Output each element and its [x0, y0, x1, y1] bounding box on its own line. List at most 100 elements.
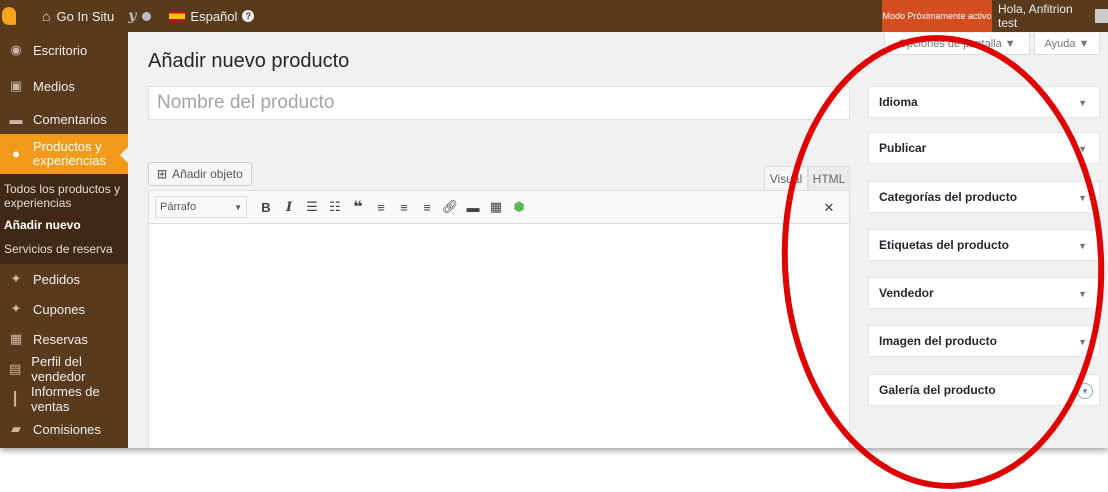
sidebar-item-label: Reservas — [33, 331, 88, 347]
language-switcher[interactable]: Español ? — [163, 0, 260, 32]
calendar-icon: ▦ — [9, 331, 23, 346]
sidebar-item-label: Comentarios — [33, 111, 107, 127]
site-logo[interactable] — [0, 0, 36, 32]
submenu-booking-services[interactable]: Servicios de reserva — [0, 240, 128, 258]
chevron-down-icon: ▼ — [234, 202, 242, 212]
sidebar-item-coupons[interactable]: ✦ Cupones — [0, 294, 128, 324]
add-media-button[interactable]: ⊞ Añadir objeto — [148, 162, 252, 186]
chevron-down-icon[interactable]: ▼ — [1078, 337, 1087, 347]
media-icon: ⊞ — [157, 167, 168, 181]
sidebar-item-label: Comisiones — [33, 421, 101, 437]
metabox-tags[interactable]: Etiquetas del producto ▼ — [868, 229, 1100, 261]
seo-menu[interactable]: y — [120, 0, 142, 32]
format-value: Párrafo — [160, 201, 197, 213]
link-icon[interactable]: 🔗︎ — [439, 196, 461, 218]
metabox-publish[interactable]: Publicar ▼ — [868, 132, 1100, 164]
numbered-list-icon[interactable]: ☷ — [324, 196, 346, 218]
submenu-all-products[interactable]: Todos los productos y experiencias — [0, 180, 128, 212]
blockquote-icon[interactable]: ❝ — [347, 196, 369, 218]
bullet-list-icon[interactable]: ☰ — [301, 196, 323, 218]
admin-sidebar: ◉ Escritorio ▣ Medios ▬ Comentarios ● Pr… — [0, 32, 128, 448]
chevron-down-icon[interactable]: ▼ — [1078, 241, 1087, 251]
sidebar-item-dashboard[interactable]: ◉ Escritorio — [0, 32, 128, 68]
site-name-link[interactable]: ⌂ Go In Situ — [36, 0, 120, 32]
sidebar-item-vendor-profile[interactable]: ▤ Perfil del vendedor — [0, 354, 128, 384]
sidebar-item-label: Cupones — [33, 301, 86, 317]
profile-icon: ▤ — [8, 361, 22, 376]
greeting-text: Hola, Anfitrion test — [998, 2, 1073, 30]
metabox-title: Vendedor — [879, 286, 934, 300]
sidebar-item-label: Pedidos — [33, 271, 80, 287]
italic-icon[interactable]: I — [278, 196, 300, 218]
chevron-down-icon[interactable]: ▼ — [1078, 289, 1087, 299]
reports-icon: ┃ — [11, 391, 19, 406]
product-name-input[interactable] — [148, 86, 850, 120]
logo-icon — [2, 7, 16, 25]
page-title: Añadir nuevo producto — [148, 50, 350, 72]
align-center-icon[interactable]: ≡ — [393, 196, 415, 218]
submenu-add-new[interactable]: Añadir nuevo — [0, 216, 128, 234]
metabox-title: Galería del producto — [879, 383, 996, 397]
sidebar-item-media[interactable]: ▣ Medios — [0, 68, 128, 104]
chevron-circle-icon[interactable]: ▾ — [1077, 383, 1093, 399]
editor-toolbar: Párrafo ▼ B I ☰ ☷ ❝ ≡ ≡ ≡ 🔗︎ ▬ ▦ ⬢ ✕ — [148, 190, 850, 224]
metabox-title: Publicar — [879, 141, 927, 155]
coming-soon-badge[interactable]: Modo Próximamente activo — [882, 0, 992, 32]
add-media-label: Añadir objeto — [172, 167, 243, 181]
status-dot[interactable] — [142, 0, 163, 32]
products-icon: ● — [12, 146, 20, 161]
sidebar-item-orders[interactable]: ✦ Pedidos — [0, 264, 128, 294]
seo-icon: y — [128, 8, 137, 24]
sidebar-item-commissions[interactable]: ▰ Comisiones — [0, 414, 128, 444]
sidebar-item-products[interactable]: ● Productos y experiencias — [0, 134, 128, 174]
dashboard-icon: ◉ — [10, 42, 22, 57]
dot-icon — [142, 11, 152, 21]
toolbar-toggle-icon[interactable]: ▦ — [485, 196, 507, 218]
screen-options-button[interactable]: Opciones de pantalla ▼ — [884, 33, 1030, 55]
metabox-categories[interactable]: Categorías del producto ▼ — [868, 181, 1100, 213]
sidebar-item-label: Productos y experiencias — [33, 139, 106, 168]
metabox-language[interactable]: Idioma ▼ — [868, 86, 1100, 118]
language-label: Español — [190, 8, 238, 24]
metabox-product-image[interactable]: Imagen del producto ▼ — [868, 325, 1100, 357]
bold-icon[interactable]: B — [255, 196, 277, 218]
shortcode-cube-icon[interactable]: ⬢ — [508, 196, 530, 218]
sidebar-item-label: Medios — [33, 78, 75, 94]
account-menu[interactable]: Hola, Anfitrion test — [998, 0, 1108, 32]
editor-content-area[interactable] — [148, 224, 850, 448]
help-button[interactable]: Ayuda ▼ — [1034, 33, 1100, 55]
metabox-title: Idioma — [879, 95, 918, 109]
align-right-icon[interactable]: ≡ — [416, 196, 438, 218]
tab-visual[interactable]: Visual — [764, 166, 808, 190]
commissions-icon: ▰ — [11, 421, 21, 436]
chevron-down-icon[interactable]: ▼ — [1078, 98, 1087, 108]
sidebar-item-label: Escritorio — [33, 42, 88, 58]
sidebar-item-bookings[interactable]: ▦ Reservas — [0, 324, 128, 354]
spain-flag-icon — [169, 10, 186, 22]
metabox-title: Imagen del producto — [879, 334, 998, 348]
metabox-vendor[interactable]: Vendedor ▼ — [868, 277, 1100, 309]
fullscreen-icon[interactable]: ✕ — [818, 197, 840, 219]
sidebar-item-label: Perfil del vendedor — [31, 354, 86, 384]
sidebar-item-label: Informes de ventas — [31, 384, 100, 414]
align-left-icon[interactable]: ≡ — [370, 196, 392, 218]
comments-icon: ▬ — [9, 111, 23, 127]
sidebar-item-comments[interactable]: ▬ Comentarios — [0, 104, 128, 134]
chevron-down-icon[interactable]: ▼ — [1078, 193, 1087, 203]
metabox-title: Etiquetas del producto — [879, 238, 1010, 252]
tab-html[interactable]: HTML — [808, 166, 850, 190]
format-select[interactable]: Párrafo ▼ — [155, 196, 247, 218]
help-circle-icon: ? — [242, 10, 255, 22]
site-name: Go In Situ — [56, 8, 115, 24]
products-submenu: Todos los productos y experiencias Añadi… — [0, 174, 128, 264]
read-more-icon[interactable]: ▬ — [462, 196, 484, 218]
pin-icon: ✦ — [10, 301, 22, 316]
metabox-product-gallery[interactable]: Galería del producto ▾ — [868, 374, 1100, 406]
pin-icon: ✦ — [10, 271, 22, 286]
chevron-down-icon[interactable]: ▼ — [1078, 144, 1087, 154]
sidebar-item-sales-reports[interactable]: ┃ Informes de ventas — [0, 384, 128, 414]
media-icon: ▣ — [9, 78, 23, 93]
home-icon: ⌂ — [42, 8, 51, 24]
admin-window: ⌂ Go In Situ y Español ? Modo Próximamen… — [0, 0, 1108, 448]
metabox-title: Categorías del producto — [879, 190, 1018, 204]
